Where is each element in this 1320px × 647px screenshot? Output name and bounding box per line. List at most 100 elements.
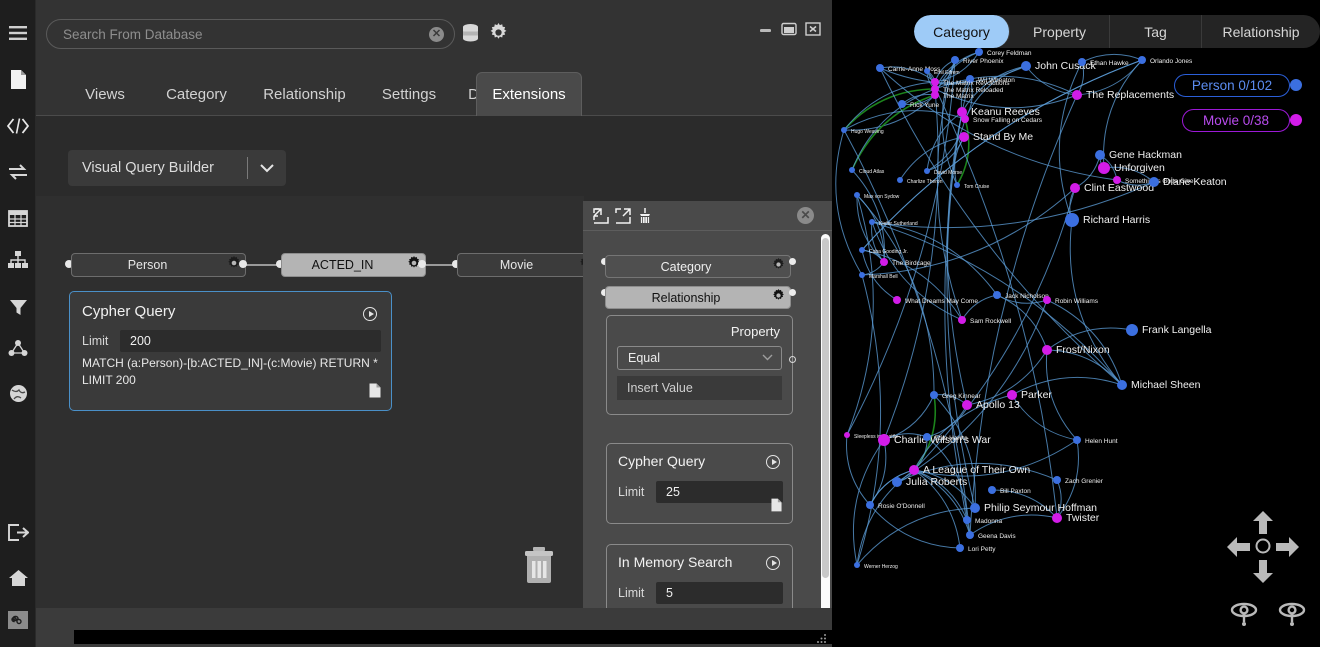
- transfer-icon[interactable]: [0, 157, 36, 187]
- graph-node[interactable]: [844, 432, 850, 438]
- graph-node[interactable]: [909, 465, 919, 475]
- limit-value[interactable]: 25: [656, 481, 783, 503]
- graph-node[interactable]: [1073, 436, 1081, 444]
- graph-node[interactable]: [963, 516, 971, 524]
- limit-value[interactable]: 200: [120, 330, 381, 352]
- graph-node[interactable]: [1021, 61, 1031, 71]
- graph-node[interactable]: [959, 132, 969, 142]
- delete-trash-icon[interactable]: [521, 546, 557, 589]
- graph-node[interactable]: [1070, 183, 1080, 193]
- graph-node[interactable]: [878, 434, 890, 446]
- run-search-icon[interactable]: [766, 556, 780, 570]
- property-box[interactable]: Property Equal Insert Value: [606, 315, 793, 415]
- panel-cypher-query-box[interactable]: Cypher Query Limit 25: [606, 443, 793, 524]
- document-icon[interactable]: [369, 383, 381, 403]
- graph-node[interactable]: [849, 167, 855, 173]
- command-icon[interactable]: [0, 605, 36, 635]
- logout-icon[interactable]: [0, 517, 36, 547]
- window-close-button[interactable]: [805, 22, 821, 41]
- gear-icon[interactable]: [489, 23, 508, 47]
- panel-chip-port[interactable]: [789, 258, 796, 265]
- graph-node[interactable]: [931, 91, 939, 99]
- network-icon[interactable]: [0, 333, 36, 363]
- graph-node[interactable]: [930, 391, 938, 399]
- graph-node[interactable]: [1098, 162, 1110, 174]
- tab-settings[interactable]: Settings: [365, 72, 453, 116]
- graph-node[interactable]: [1138, 56, 1146, 64]
- chip-acted-in[interactable]: ACTED_IN: [281, 253, 426, 277]
- chip-port[interactable]: [239, 260, 247, 268]
- graph-node[interactable]: [1072, 90, 1082, 100]
- rotate-right-button[interactable]: [1276, 599, 1308, 632]
- graph-node[interactable]: [1078, 58, 1086, 66]
- export-icon[interactable]: [615, 208, 631, 229]
- pan-up-button[interactable]: [1252, 510, 1274, 540]
- query-canvas[interactable]: Person ACTED_IN Movie: [36, 196, 584, 608]
- graph-node[interactable]: [1065, 213, 1079, 227]
- window-maximize-button[interactable]: [781, 22, 797, 41]
- import-icon[interactable]: [593, 208, 609, 229]
- graph-node[interactable]: [1007, 390, 1017, 400]
- resize-grip-icon[interactable]: [816, 632, 828, 646]
- graph-node[interactable]: [897, 177, 903, 183]
- tab-relationship[interactable]: Relationship: [244, 72, 365, 116]
- graph-node[interactable]: [854, 562, 860, 568]
- graph-node[interactable]: [1053, 476, 1061, 484]
- graph-node[interactable]: [1052, 513, 1062, 523]
- chip-person[interactable]: Person: [71, 253, 246, 277]
- graph-node[interactable]: [1117, 380, 1127, 390]
- graph-tab-category[interactable]: Category: [914, 15, 1010, 48]
- document-icon[interactable]: [771, 498, 782, 517]
- graph-node[interactable]: [859, 247, 865, 253]
- document-icon[interactable]: [0, 64, 36, 94]
- close-icon[interactable]: ✕: [797, 207, 814, 224]
- graph-node[interactable]: [993, 291, 1001, 299]
- panel-chip-port[interactable]: [789, 289, 796, 296]
- menu-icon[interactable]: [0, 18, 36, 48]
- property-box-port[interactable]: [789, 356, 796, 363]
- pan-down-button[interactable]: [1252, 559, 1274, 589]
- graph-node[interactable]: [975, 48, 983, 56]
- limit-value[interactable]: 5: [656, 582, 783, 604]
- hierarchy-icon[interactable]: [0, 245, 36, 275]
- graph-node[interactable]: [876, 64, 884, 72]
- horizontal-scrollbar[interactable]: [74, 630, 832, 644]
- graph-tab-relationship[interactable]: Relationship: [1202, 15, 1320, 48]
- search-clear-icon[interactable]: ✕: [429, 27, 444, 42]
- graph-node[interactable]: [1042, 345, 1052, 355]
- pan-right-button[interactable]: [1275, 536, 1300, 563]
- graph-node[interactable]: [854, 192, 860, 198]
- graph-node[interactable]: [962, 400, 972, 410]
- gear-icon[interactable]: [766, 258, 790, 276]
- window-minimize-button[interactable]: [758, 22, 773, 40]
- rotate-left-button[interactable]: [1228, 599, 1260, 632]
- chip-port[interactable]: [418, 260, 426, 268]
- graph-node[interactable]: [869, 219, 875, 225]
- graph-node[interactable]: [924, 168, 930, 174]
- code-icon[interactable]: [0, 111, 36, 141]
- graph-node[interactable]: [924, 68, 930, 74]
- operator-select[interactable]: Equal: [617, 346, 782, 370]
- graph-node[interactable]: [859, 272, 865, 278]
- chevron-down-icon[interactable]: [762, 353, 773, 364]
- graph-node[interactable]: [1126, 324, 1138, 336]
- search-bar[interactable]: ✕: [46, 19, 455, 49]
- pan-left-button[interactable]: [1226, 536, 1251, 563]
- graph-node[interactable]: [961, 115, 969, 123]
- run-query-icon[interactable]: [363, 307, 377, 321]
- home-icon[interactable]: [0, 563, 36, 593]
- graph-node[interactable]: [898, 100, 906, 108]
- graph-node[interactable]: [892, 477, 902, 487]
- graph-node[interactable]: [958, 316, 966, 324]
- graph-tab-property[interactable]: Property: [1010, 15, 1110, 48]
- graph-node[interactable]: [866, 501, 874, 509]
- graph-node[interactable]: [923, 433, 931, 441]
- graph-tab-tag[interactable]: Tag: [1110, 15, 1202, 48]
- graph-node[interactable]: [1149, 177, 1159, 187]
- graph-node[interactable]: [951, 56, 959, 64]
- legend-movie[interactable]: Movie 0/38: [1182, 109, 1290, 132]
- graph-node[interactable]: [893, 296, 901, 304]
- graph-node[interactable]: [988, 486, 996, 494]
- database-icon[interactable]: [461, 23, 480, 47]
- graph-node[interactable]: [931, 78, 939, 86]
